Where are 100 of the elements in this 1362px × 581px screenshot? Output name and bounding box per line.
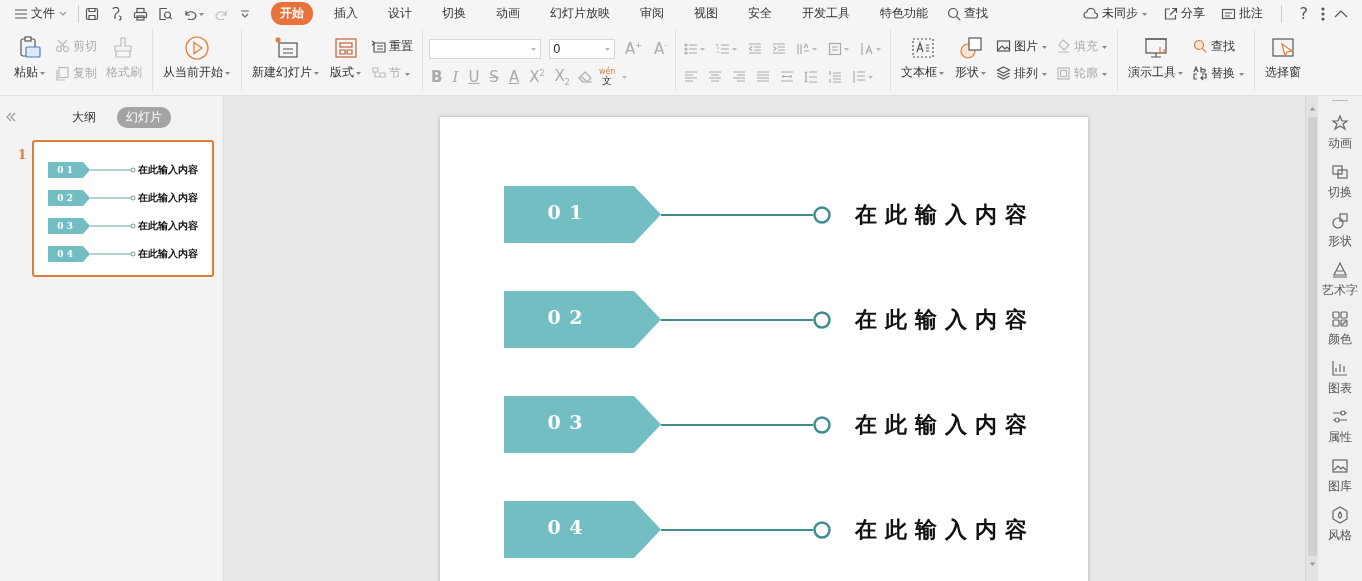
ribbon-button[interactable]: 文本框 [897, 33, 950, 83]
align-center-icon[interactable] [708, 69, 723, 84]
copy-icon [55, 66, 70, 81]
menu-tab[interactable]: 视图 [685, 2, 727, 25]
ribbon-button[interactable]: 从当前开始 [159, 33, 235, 83]
paragraph-settings-icon[interactable] [852, 69, 867, 84]
menu-tab[interactable]: 审阅 [631, 2, 673, 25]
image-icon [1331, 457, 1349, 475]
text-direction-icon[interactable] [796, 41, 811, 56]
eraser-icon[interactable] [577, 70, 593, 83]
menu-icon [14, 7, 28, 20]
font-size-field[interactable]: 0 [549, 38, 615, 59]
caret-icon [198, 10, 205, 17]
item-text: 在此输入内容 [854, 304, 1035, 334]
search-icon [947, 6, 961, 21]
align-right-icon[interactable] [732, 69, 747, 84]
item-number: 0 2 [57, 192, 74, 204]
item-text: 在此输入内容 [138, 192, 199, 204]
ribbon-button[interactable]: 替换 [1190, 63, 1249, 84]
menu-tab[interactable]: 设计 [379, 2, 421, 25]
vertical-align-icon[interactable] [828, 41, 843, 56]
paragraph-spacing-icon[interactable] [828, 69, 843, 84]
image-icon [996, 39, 1012, 54]
file-menu[interactable]: 文件 [10, 3, 72, 24]
ribbon-button[interactable]: 图片 [993, 36, 1052, 57]
hexagon-icon [1331, 506, 1349, 524]
menu-tab[interactable]: 安全 [739, 2, 781, 25]
scroll-down-icon[interactable] [1308, 562, 1316, 567]
menu-tab[interactable]: 特色功能 [871, 2, 937, 25]
connector-line-icon [90, 194, 137, 202]
align-left-icon[interactable] [684, 69, 699, 84]
save-icon[interactable] [85, 6, 99, 21]
phonetic-guide-button[interactable]: wén 文 [598, 67, 616, 86]
caret-icon [530, 45, 537, 52]
ribbon-button[interactable]: 查找 [1190, 36, 1249, 57]
outline-icon [1056, 66, 1072, 81]
distribute-icon[interactable] [780, 69, 795, 84]
sidebar-item[interactable]: 切换 [1328, 163, 1352, 201]
caret-icon [604, 45, 611, 52]
search-button[interactable]: 查找 [943, 3, 992, 24]
share-button[interactable]: 分享 [1159, 3, 1209, 24]
comment-icon [1220, 7, 1236, 20]
arrow-tag-shape [48, 190, 91, 206]
sidebar-item[interactable]: 风格 [1328, 506, 1352, 544]
ribbon-button[interactable]: 形状 [951, 33, 992, 83]
ribbon-button[interactable]: 版式 [326, 33, 366, 83]
sidebar-item[interactable]: 图库 [1328, 457, 1352, 495]
menu-tab[interactable]: 插入 [325, 2, 367, 25]
caret-icon [1140, 10, 1148, 17]
sidebar-item[interactable]: 图表 [1328, 359, 1352, 397]
collapse-panel-icon[interactable] [5, 112, 17, 122]
numbered-list-icon[interactable] [716, 41, 731, 56]
menu-tab[interactable]: 切换 [433, 2, 475, 25]
sidebar-item[interactable]: 艺术字 [1322, 261, 1358, 299]
layers-icon [996, 66, 1012, 81]
item-number: 0 2 [547, 306, 584, 328]
scrollbar[interactable] [1305, 96, 1318, 581]
increase-indent-icon[interactable] [772, 41, 787, 56]
scroll-up-icon[interactable] [1308, 106, 1316, 111]
item-number: 0 1 [57, 164, 74, 176]
decrease-indent-icon[interactable] [748, 41, 763, 56]
more-options-icon[interactable] [1320, 6, 1326, 21]
menu-tab[interactable]: 开发工具 [793, 2, 859, 25]
customize-icon[interactable] [239, 7, 251, 20]
line-direction-icon[interactable] [860, 41, 875, 56]
ribbon-button[interactable]: 排列 [993, 63, 1052, 84]
ribbon-button[interactable]: 新建幻灯片 [248, 33, 324, 83]
ribbon-button[interactable]: 选择窗 [1261, 33, 1306, 83]
line-spacing-icon[interactable] [804, 69, 819, 84]
share-icon [1163, 7, 1178, 20]
menu-tab[interactable]: 动画 [487, 2, 529, 25]
ribbon-button[interactable]: 粘贴 [10, 33, 50, 83]
sidebar-item[interactable]: 形状 [1328, 212, 1352, 250]
new-slide-icon [273, 35, 299, 61]
connector-line-icon [90, 222, 137, 230]
item-number: 0 4 [547, 516, 584, 538]
ribbon-button[interactable]: 演示工具 [1124, 33, 1189, 83]
collapse-ribbon-icon[interactable] [1334, 8, 1348, 19]
menu-tab[interactable]: 幻灯片放映 [541, 2, 619, 25]
ribbon-button[interactable]: 重置 [368, 36, 416, 57]
justify-icon[interactable] [756, 69, 771, 84]
item-text: 在此输入内容 [138, 164, 199, 176]
slide-thumbnail[interactable]: 0 1 在此输入内容 0 2 在此输入内容 0 3 在此输入内容 0 4 在此输入内容 [32, 140, 215, 277]
caret-icon [621, 73, 629, 80]
panel-tab[interactable]: 大纲 [63, 106, 105, 128]
cloud-icon [1082, 7, 1099, 20]
scissors-icon [55, 39, 70, 54]
bullet-list-icon[interactable] [684, 41, 699, 56]
print-preview-icon[interactable] [158, 6, 173, 21]
sync-button[interactable]: 未同步 [1078, 3, 1152, 24]
sidebar-item[interactable]: 动画 [1328, 114, 1352, 152]
sidebar-item[interactable]: 颜色 [1328, 310, 1352, 348]
print-icon[interactable] [133, 6, 148, 21]
chart-icon [1331, 359, 1349, 377]
arrow-tag-shape [48, 162, 91, 178]
font-name-field[interactable] [429, 38, 541, 59]
help-button[interactable]: ? [1295, 4, 1312, 23]
sidebar-item[interactable]: 属性 [1328, 408, 1352, 446]
comment-button[interactable]: 批注 [1216, 3, 1267, 24]
shapes-icon [958, 35, 985, 61]
